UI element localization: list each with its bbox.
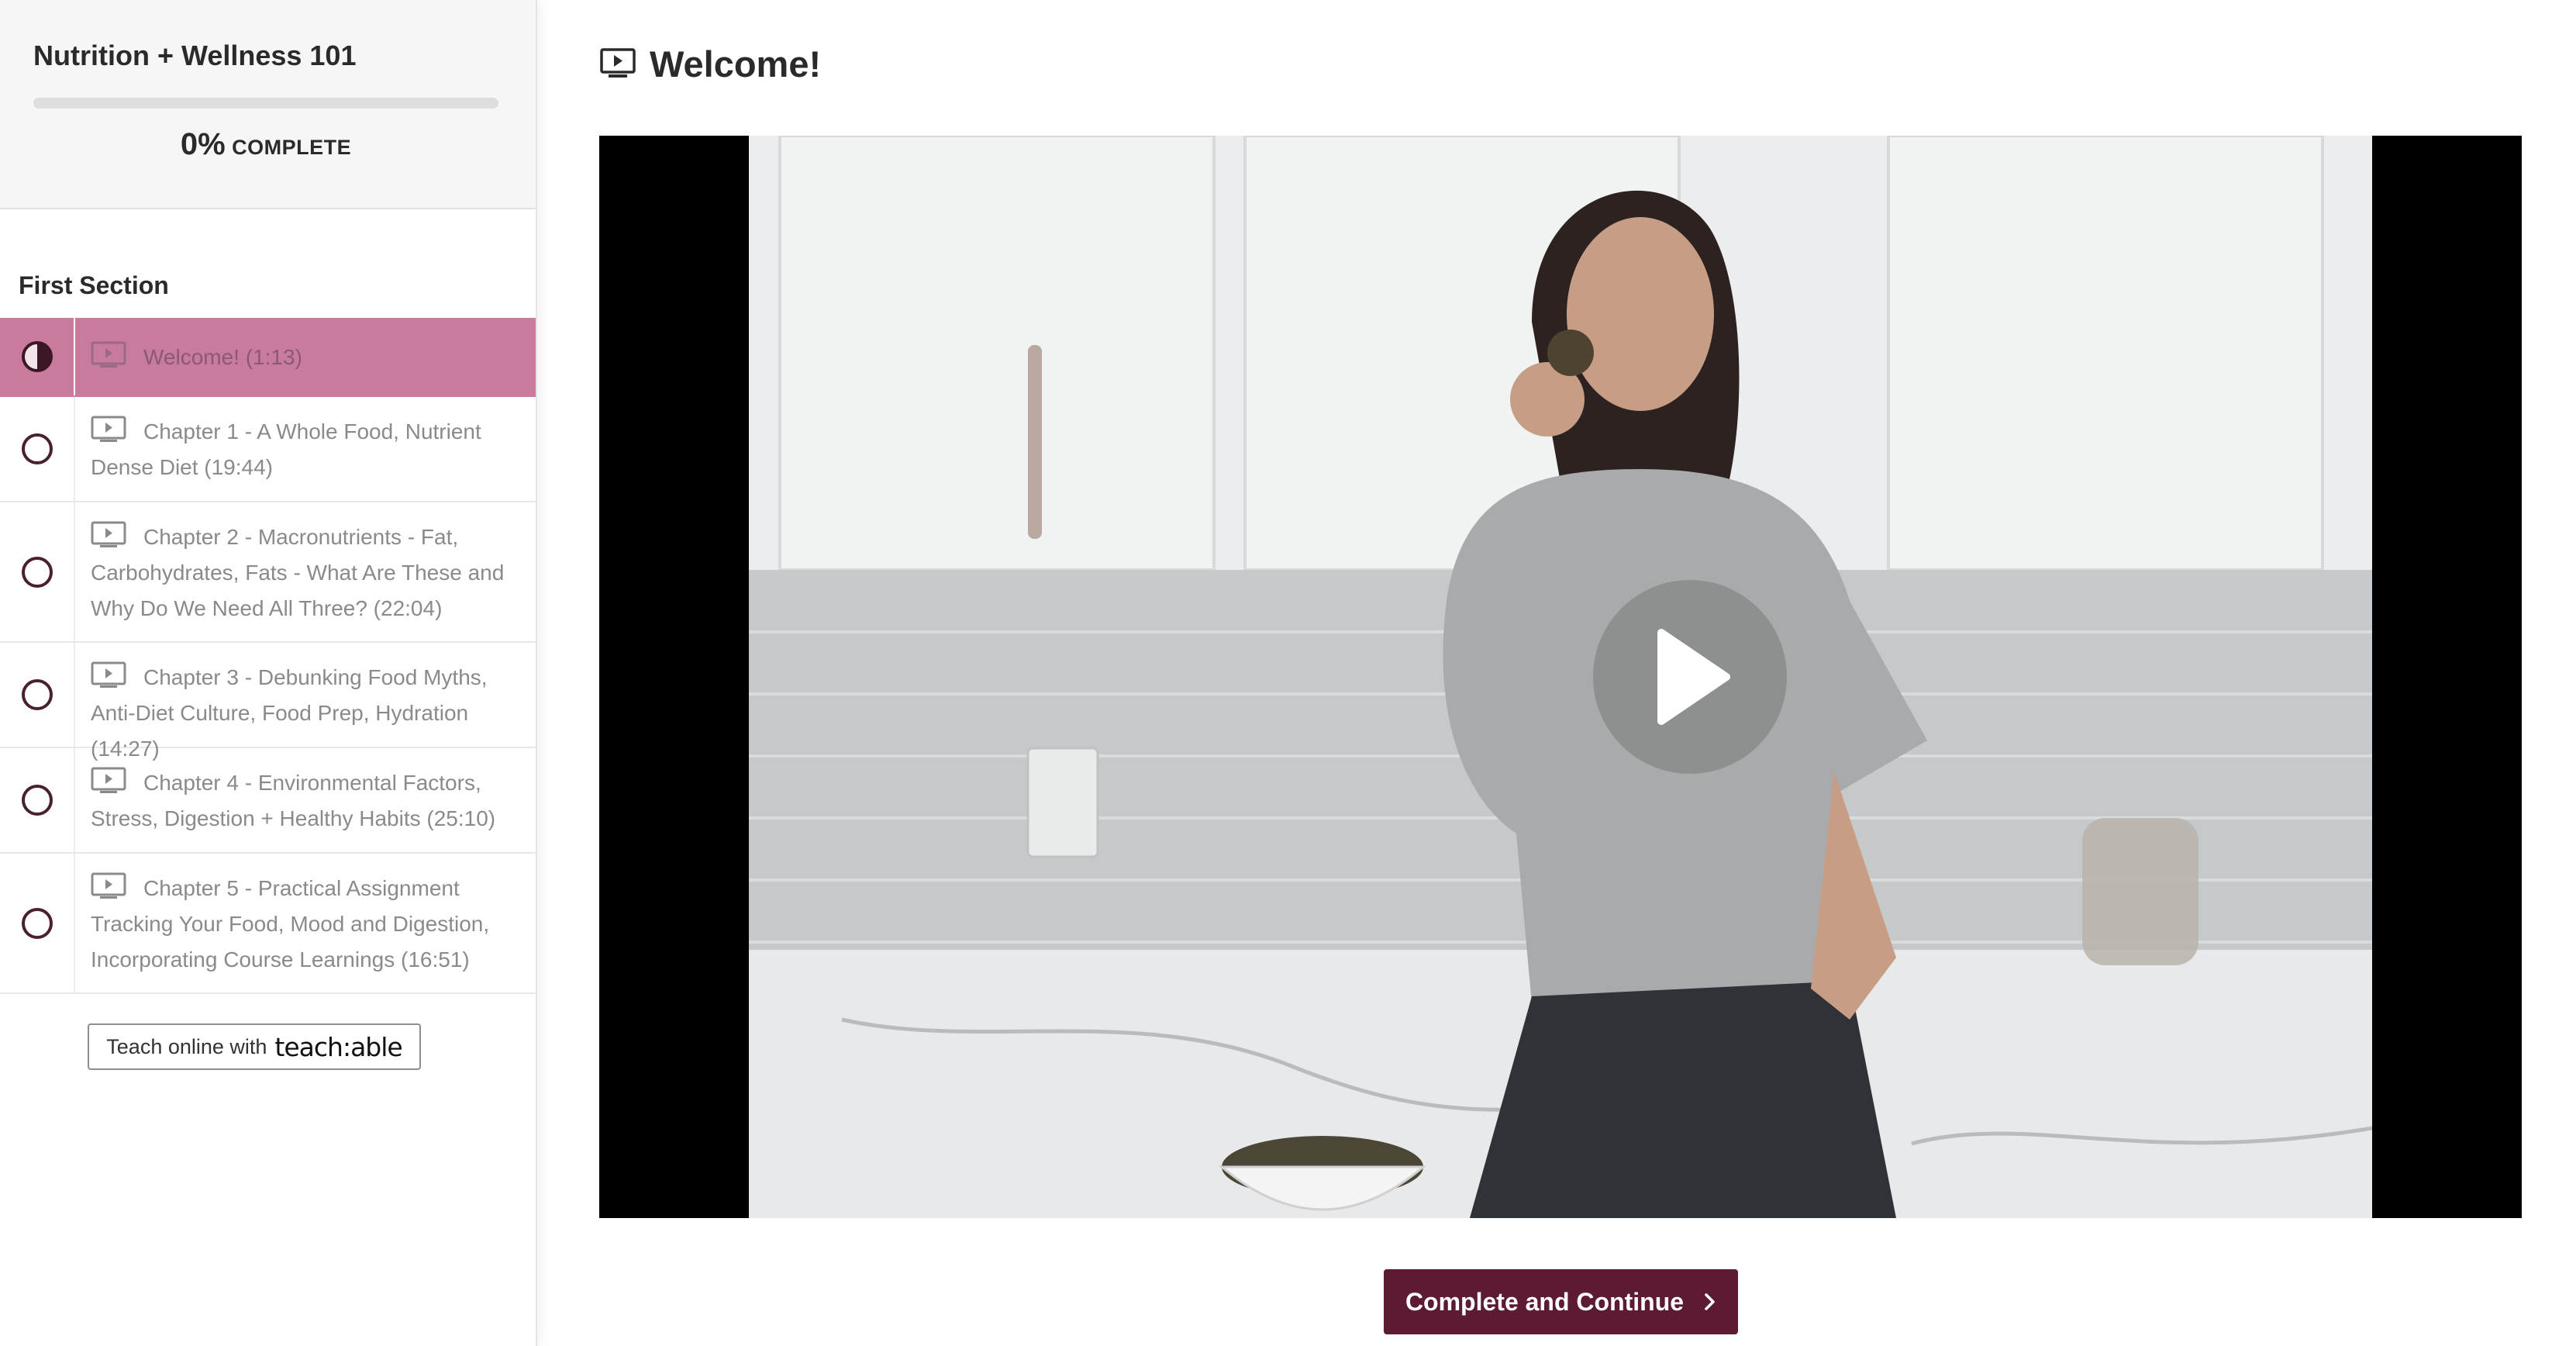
lecture-status[interactable]: [0, 318, 75, 395]
video-lecture-icon: [600, 48, 636, 78]
lecture-link[interactable]: Chapter 1 - A Whole Food, Nutrient Dense…: [75, 397, 536, 501]
play-button[interactable]: [1593, 580, 1787, 774]
video-player[interactable]: [599, 136, 2522, 1218]
course-player: Nutrition + Wellness 101 0% COMPLETE Fir…: [0, 0, 2576, 1346]
lecture-title: Chapter 1 - A Whole Food, Nutrient Dense…: [91, 419, 481, 479]
video-lecture-icon: [91, 661, 126, 688]
lecture-link[interactable]: Chapter 4 - Environmental Factors, Stres…: [75, 748, 536, 852]
empty-circle-icon[interactable]: [21, 907, 53, 939]
progress-text: 0% COMPLETE: [33, 126, 498, 170]
video-lecture-icon: [91, 521, 126, 547]
empty-circle-icon[interactable]: [21, 556, 53, 588]
section-title: First Section: [19, 271, 169, 299]
course-title[interactable]: Nutrition + Wellness 101: [33, 37, 502, 74]
lecture-status[interactable]: [0, 502, 75, 641]
lecture-item-chapter-5[interactable]: Chapter 5 - Practical Assignment Trackin…: [0, 854, 536, 994]
video-poster-scene: [749, 136, 2372, 1218]
lecture-link[interactable]: Chapter 3 - Debunking Food Myths, Anti-D…: [75, 643, 536, 761]
lecture-title: Chapter 4 - Environmental Factors, Stres…: [91, 771, 496, 830]
empty-circle-icon[interactable]: [21, 785, 53, 816]
lecture-header: Welcome!: [600, 40, 821, 87]
progress-percent: 0%: [180, 127, 226, 161]
video-lecture-icon: [91, 767, 126, 793]
lecture-status[interactable]: [0, 643, 75, 747]
video-lecture-icon: [91, 872, 126, 899]
empty-circle-icon[interactable]: [21, 433, 53, 464]
lecture-link[interactable]: Welcome! (1:13): [75, 318, 536, 395]
lecture-title: Chapter 5 - Practical Assignment Trackin…: [91, 876, 490, 972]
lecture-item-chapter-1[interactable]: Chapter 1 - A Whole Food, Nutrient Dense…: [0, 397, 536, 502]
half-circle-icon[interactable]: [21, 341, 53, 372]
lecture-title: Chapter 3 - Debunking Food Myths, Anti-D…: [91, 665, 488, 761]
complete-and-continue-button[interactable]: Complete and Continue: [1384, 1269, 1738, 1334]
teachable-logo: teach:able: [274, 1031, 402, 1062]
teachable-badge-link[interactable]: Teach online with teach:able: [88, 1023, 421, 1070]
complete-button-label: Complete and Continue: [1405, 1287, 1685, 1316]
progress-label: COMPLETE: [232, 136, 352, 159]
course-sidebar: Nutrition + Wellness 101 0% COMPLETE Fir…: [0, 0, 537, 1346]
lecture-status[interactable]: [0, 397, 75, 501]
lecture-list: Welcome! (1:13) Chapter 1 - A Whole Food…: [0, 318, 536, 994]
video-lecture-icon: [91, 341, 126, 368]
lecture-title: Welcome! (1:13): [143, 345, 302, 369]
lecture-item-chapter-3[interactable]: Chapter 3 - Debunking Food Myths, Anti-D…: [0, 643, 536, 761]
sidebar-header: Nutrition + Wellness 101 0% COMPLETE: [0, 0, 536, 209]
lecture-title: Chapter 2 - Macronutrients - Fat, Carboh…: [91, 525, 505, 620]
video-lecture-icon: [91, 416, 126, 442]
lecture-status[interactable]: [0, 854, 75, 992]
teach-online-label: Teach online with: [106, 1034, 267, 1058]
progress-bar: [33, 98, 498, 109]
play-icon: [1657, 629, 1730, 725]
lecture-title: Welcome!: [650, 43, 822, 85]
video-poster-image[interactable]: [749, 136, 2372, 1218]
chevron-right-icon: [1705, 1293, 1715, 1310]
lecture-content: Welcome! Complete and Continue: [537, 0, 2576, 1346]
lecture-link[interactable]: Chapter 5 - Practical Assignment Trackin…: [75, 854, 536, 992]
lecture-item-welcome[interactable]: Welcome! (1:13): [0, 318, 536, 397]
lecture-link[interactable]: Chapter 2 - Macronutrients - Fat, Carboh…: [75, 502, 536, 641]
lecture-item-chapter-4[interactable]: Chapter 4 - Environmental Factors, Stres…: [0, 748, 536, 854]
lecture-item-chapter-2[interactable]: Chapter 2 - Macronutrients - Fat, Carboh…: [0, 502, 536, 643]
lecture-status[interactable]: [0, 748, 75, 852]
empty-circle-icon[interactable]: [21, 679, 53, 710]
